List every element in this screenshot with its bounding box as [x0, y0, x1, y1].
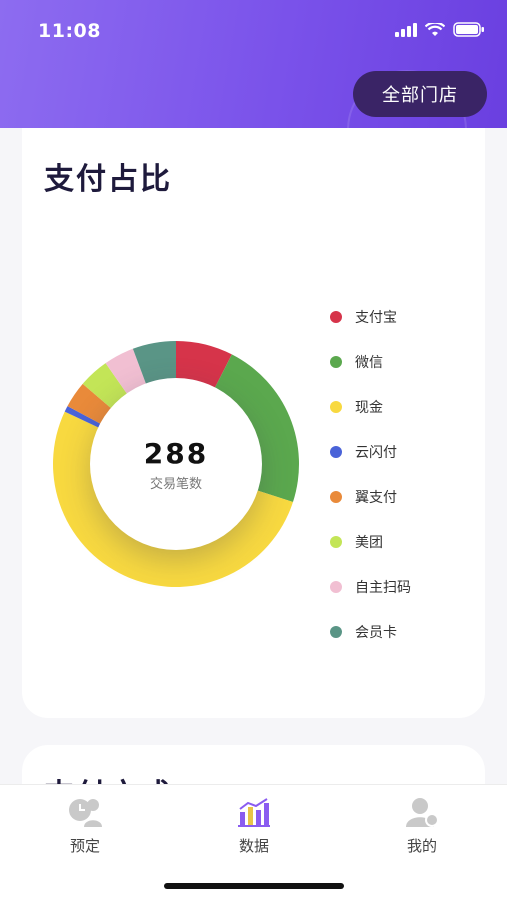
- legend-swatch: [330, 580, 342, 593]
- status-time: 11:08: [38, 20, 101, 42]
- cellular-signal-icon: [395, 22, 417, 37]
- legend-swatch: [330, 625, 342, 638]
- legend-label: 微信: [355, 354, 383, 371]
- tab-data[interactable]: 数据: [204, 795, 304, 856]
- legend-label: 美团: [355, 534, 383, 551]
- battery-icon: [453, 22, 484, 37]
- profile-icon: [406, 798, 439, 827]
- status-icons: [395, 22, 485, 37]
- legend-item: 翼支付: [330, 474, 411, 519]
- legend-item: 微信: [330, 339, 411, 384]
- legend-label: 支付宝: [355, 309, 397, 326]
- legend-label: 翼支付: [355, 489, 397, 506]
- wifi-icon: [425, 22, 445, 36]
- booking-icon: [69, 799, 102, 827]
- tab-mine[interactable]: 我的: [372, 795, 472, 856]
- legend-item: 自主扫码: [330, 564, 411, 609]
- data-chart-icon: [238, 798, 270, 827]
- legend-item: 支付宝: [330, 294, 411, 339]
- legend-item: 云闪付: [330, 429, 411, 474]
- legend-item: 现金: [330, 384, 411, 429]
- transaction-count-label: 交易笔数: [149, 477, 202, 492]
- tab-mine-label: 我的: [406, 837, 437, 855]
- legend-swatch: [330, 355, 342, 368]
- tab-data-label: 数据: [238, 837, 269, 855]
- legend-swatch: [330, 310, 342, 323]
- chart-legend: 支付宝微信现金云闪付翼支付美团自主扫码会员卡: [330, 294, 411, 654]
- legend-swatch: [330, 400, 342, 413]
- legend-label: 云闪付: [355, 444, 397, 461]
- legend-label: 自主扫码: [355, 579, 411, 596]
- legend-item: 会员卡: [330, 609, 411, 654]
- legend-swatch: [330, 445, 342, 458]
- transaction-count: 288: [143, 437, 209, 470]
- payment-ratio-title: 支付占比: [44, 162, 172, 197]
- legend-label: 会员卡: [355, 624, 397, 641]
- tab-booking-label: 预定: [69, 837, 100, 855]
- status-bar: 11:08: [0, 18, 507, 46]
- legend-swatch: [330, 535, 342, 548]
- all-stores-button[interactable]: 全部门店: [353, 71, 487, 117]
- legend-item: 美团: [330, 519, 411, 564]
- legend-label: 现金: [355, 399, 383, 416]
- tab-booking[interactable]: 预定: [35, 795, 135, 856]
- legend-swatch: [330, 490, 342, 503]
- home-indicator: [164, 883, 344, 889]
